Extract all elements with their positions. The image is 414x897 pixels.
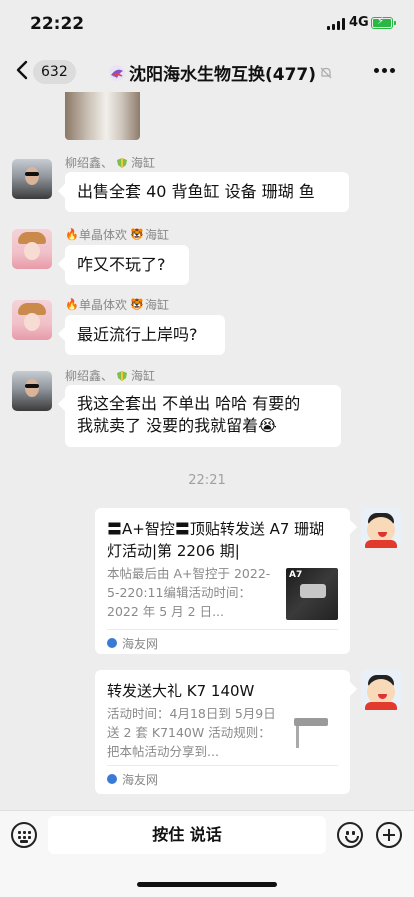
message-line: 我这全套出 不单出 哈哈 有要的 [77,394,301,413]
chat-header: 632 沈阳海水生物互换(477) [0,50,414,92]
source-logo-icon [107,774,117,784]
message-list[interactable]: 柳绍鑫、 海缸 出售全套 40 背鱼缸 设备 珊瑚 鱼 🔥 单晶体欢 🐯 海缸 … [0,92,414,810]
avatar[interactable] [12,159,52,199]
network-label: 4G [349,15,369,30]
shield-icon [117,157,128,168]
message-bubble[interactable]: 我这全套出 不单出 哈哈 有要的 我就卖了 没要的我就留着😭 [65,385,341,447]
sender-name: 🔥 单晶体欢 🐯 海缸 [65,297,170,312]
message-bubble[interactable]: 咋又不玩了? [65,245,189,285]
chat-title-group[interactable]: 沈阳海水生物互换(477) [108,60,333,85]
card-source: 海友网 [122,636,159,651]
card-footer: 海友网 [107,765,338,792]
crying-emoji-icon: 😭 [258,416,277,435]
avatar[interactable] [12,371,52,411]
fire-icon: 🔥 [65,297,79,311]
back-icon[interactable] [12,58,34,82]
avatar[interactable] [12,300,52,340]
tiger-icon: 🐯 [130,227,144,241]
link-card[interactable]: 〓A+智控〓顶贴转发送 A7 珊瑚灯活动|第 2206 期| 本帖最后由 A+智… [95,508,350,654]
card-thumbnail [286,708,338,760]
emoji-icon[interactable] [337,822,363,848]
message-bubble[interactable]: 出售全套 40 背鱼缸 设备 珊瑚 鱼 [65,172,349,212]
shield-icon [117,370,128,381]
sender-name: 柳绍鑫、 海缸 [65,369,156,383]
keyboard-icon[interactable] [11,822,37,848]
card-title: 〓A+智控〓顶贴转发送 A7 珊瑚灯活动|第 2206 期| [107,520,325,560]
plus-icon[interactable] [376,822,402,848]
signal-icon [327,18,345,30]
card-source: 海友网 [122,772,159,787]
image-message[interactable] [65,92,140,140]
timestamp: 22:21 [188,473,226,488]
link-card[interactable]: 转发送大礼 K7 140W 活动时间：4月18日到 5月9日送 2 套 K714… [95,670,350,794]
message-bubble[interactable]: 最近流行上岸吗? [65,315,225,355]
card-footer: 海友网 [107,629,338,656]
group-logo-icon [109,64,125,81]
tiger-icon: 🐯 [130,297,144,311]
sender-name: 🔥 单晶体欢 🐯 海缸 [65,227,170,242]
more-options-icon[interactable] [374,68,396,74]
hold-to-talk-button[interactable]: 按住 说话 [48,816,326,854]
avatar[interactable] [12,229,52,269]
unread-count-badge[interactable]: 632 [33,60,76,84]
battery-icon: ⚡ [371,16,396,29]
source-logo-icon [107,638,117,648]
status-time: 22:22 [30,14,85,34]
avatar[interactable] [361,670,401,710]
message-line: 我就卖了 没要的我就留着😭 [77,416,277,435]
fire-icon: 🔥 [65,227,79,241]
avatar[interactable] [361,508,401,548]
thumbnail-label: A7 [289,570,303,580]
mute-bell-icon [320,67,332,78]
chat-title: 沈阳海水生物互换(477) [129,65,317,85]
sender-name: 柳绍鑫、 海缸 [65,156,156,170]
card-title: 转发送大礼 K7 140W [107,682,255,700]
home-indicator [137,882,277,887]
status-bar: 22:22 4G ⚡ [0,0,414,50]
card-thumbnail: A7 [286,568,338,620]
card-description: 活动时间：4月18日到 5月9日送 2 套 K7140W 活动规则：把本帖活动分… [107,706,276,759]
card-description: 本帖最后由 A+智控于 2022-5-220:11编辑活动时间：2022 年 5… [107,566,271,619]
